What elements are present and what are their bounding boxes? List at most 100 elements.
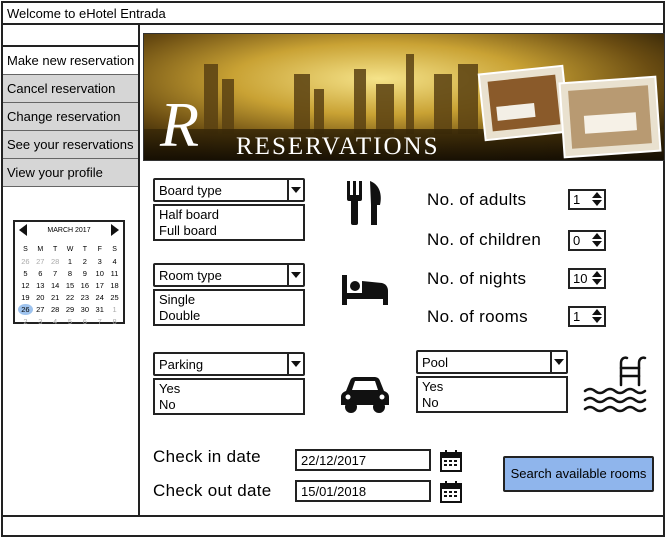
calendar-day[interactable]: 17 — [92, 280, 107, 291]
spinner-arrows-icon[interactable] — [590, 191, 604, 208]
calendar-day[interactable]: 8 — [107, 316, 122, 327]
rooms-label: No. of rooms — [427, 307, 528, 326]
calendar-day[interactable]: 25 — [107, 292, 122, 303]
calendar-day[interactable]: 27 — [33, 304, 48, 315]
calendar-day[interactable]: 31 — [92, 304, 107, 315]
nights-stepper[interactable]: 10 — [568, 268, 606, 289]
calendar-day[interactable]: 10 — [92, 268, 107, 279]
spinner-arrows-icon[interactable] — [590, 270, 604, 287]
rooms-value: 1 — [573, 309, 581, 324]
board-option-full[interactable]: Full board — [159, 223, 303, 239]
calendar-day[interactable]: 2 — [18, 316, 33, 327]
calendar-day[interactable]: 8 — [63, 268, 78, 279]
calendar-day[interactable]: 18 — [107, 280, 122, 291]
pool-option-no[interactable]: No — [422, 395, 566, 411]
adults-stepper[interactable]: 1 — [568, 189, 606, 210]
calendar-day[interactable]: 28 — [48, 256, 63, 267]
search-available-rooms-button[interactable]: Search available rooms — [503, 456, 654, 492]
calendar-next-month-icon[interactable] — [111, 224, 119, 236]
calendar-grid: S M T W T F S 26 27 28 1 2 3 4 5 6 7 8 9 10 11 12 13 14 15 16 17 18… — [18, 244, 122, 327]
calendar-day[interactable]: 15 — [63, 280, 78, 291]
calendar-day[interactable]: 29 — [63, 304, 78, 315]
calendar-day[interactable]: 14 — [48, 280, 63, 291]
board-type-select[interactable]: Board type — [153, 178, 305, 202]
room-option-single[interactable]: Single — [159, 292, 303, 308]
checkin-date-field[interactable]: 22/12/2017 — [295, 449, 431, 471]
calendar-day[interactable]: 23 — [77, 292, 92, 303]
calendar-day[interactable]: 13 — [33, 280, 48, 291]
calendar-day[interactable]: 3 — [92, 256, 107, 267]
app-window: Welcome to eHotel Entrada Make new reser… — [1, 1, 665, 537]
children-stepper[interactable]: 0 — [568, 230, 606, 251]
calendar-day[interactable]: 4 — [107, 256, 122, 267]
pool-list: Yes No — [416, 376, 568, 413]
calendar-day[interactable]: 20 — [33, 292, 48, 303]
checkout-date-field[interactable]: 15/01/2018 — [295, 480, 431, 502]
pool-select-label: Pool — [422, 355, 449, 370]
chevron-down-icon[interactable] — [287, 180, 303, 200]
calendar-day[interactable]: 6 — [77, 316, 92, 327]
rooms-stepper[interactable]: 1 — [568, 306, 606, 327]
board-type-select-label: Board type — [159, 183, 222, 198]
calendar-day[interactable]: 12 — [18, 280, 33, 291]
calendar-day[interactable]: 27 — [33, 256, 48, 267]
calendar-day[interactable]: 30 — [77, 304, 92, 315]
calendar-day[interactable]: 1 — [107, 304, 122, 315]
parking-option-yes[interactable]: Yes — [159, 381, 303, 397]
calendar-day[interactable]: 26 — [18, 304, 33, 315]
sidebar-top-strip — [3, 25, 138, 47]
parking-option-no[interactable]: No — [159, 397, 303, 413]
calendar-icon[interactable] — [439, 480, 463, 504]
parking-list: Yes No — [153, 378, 305, 415]
calendar-weekday: T — [82, 246, 87, 253]
chevron-down-icon[interactable] — [287, 354, 303, 374]
sidebar-item-change-reservation[interactable]: Change reservation — [3, 103, 138, 131]
calendar-weekday: W — [66, 246, 74, 253]
calendar-day[interactable]: 5 — [18, 268, 33, 279]
calendar-day[interactable]: 6 — [33, 268, 48, 279]
calendar-day[interactable]: 26 — [18, 256, 33, 267]
calendar-icon[interactable] — [439, 449, 463, 473]
calendar-month-label: MARCH 2017 — [47, 227, 91, 234]
calendar-day[interactable]: 1 — [63, 256, 78, 267]
calendar-day[interactable]: 22 — [63, 292, 78, 303]
calendar-day[interactable]: 7 — [48, 268, 63, 279]
calendar-day[interactable]: 19 — [18, 292, 33, 303]
calendar-day[interactable]: 24 — [92, 292, 107, 303]
sidebar-item-cancel-reservation[interactable]: Cancel reservation — [3, 75, 138, 103]
calendar-weekday: F — [97, 246, 102, 253]
spinner-arrows-icon[interactable] — [590, 308, 604, 325]
bed-icon — [342, 275, 388, 305]
calendar-day[interactable]: 4 — [48, 316, 63, 327]
calendar-day[interactable]: 11 — [107, 268, 122, 279]
room-type-select[interactable]: Room type — [153, 263, 305, 287]
calendar-day[interactable]: 28 — [48, 304, 63, 315]
spinner-arrows-icon[interactable] — [590, 232, 604, 249]
sidebar-item-see-your-reservations[interactable]: See your reservations — [3, 131, 138, 159]
calendar-day[interactable]: 3 — [33, 316, 48, 327]
sidebar: Make new reservation Cancel reservation … — [3, 25, 140, 517]
room-option-double[interactable]: Double — [159, 308, 303, 324]
status-bar — [3, 515, 663, 535]
checkout-label: Check out date — [153, 481, 272, 500]
calendar-day[interactable]: 21 — [48, 292, 63, 303]
calendar-day[interactable]: 2 — [77, 256, 92, 267]
sidebar-item-view-your-profile[interactable]: View your profile — [3, 159, 138, 187]
chevron-down-icon[interactable] — [550, 352, 566, 372]
calendar-day[interactable]: 16 — [77, 280, 92, 291]
fork-knife-icon — [347, 181, 381, 225]
calendar-day[interactable]: 7 — [92, 316, 107, 327]
sidebar-menu: Make new reservation Cancel reservation … — [3, 47, 138, 187]
sidebar-item-make-new-reservation[interactable]: Make new reservation — [3, 47, 138, 75]
pool-option-yes[interactable]: Yes — [422, 379, 566, 395]
board-option-half[interactable]: Half board — [159, 207, 303, 223]
calendar-day[interactable]: 9 — [77, 268, 92, 279]
chevron-down-icon[interactable] — [287, 265, 303, 285]
board-type-list: Half board Full board — [153, 204, 305, 241]
room-type-list: Single Double — [153, 289, 305, 326]
banner-title: RESERVATIONS — [236, 133, 440, 160]
parking-select[interactable]: Parking — [153, 352, 305, 376]
calendar-weekday: T — [52, 246, 58, 253]
calendar-day[interactable]: 5 — [63, 316, 78, 327]
pool-select[interactable]: Pool — [416, 350, 568, 374]
